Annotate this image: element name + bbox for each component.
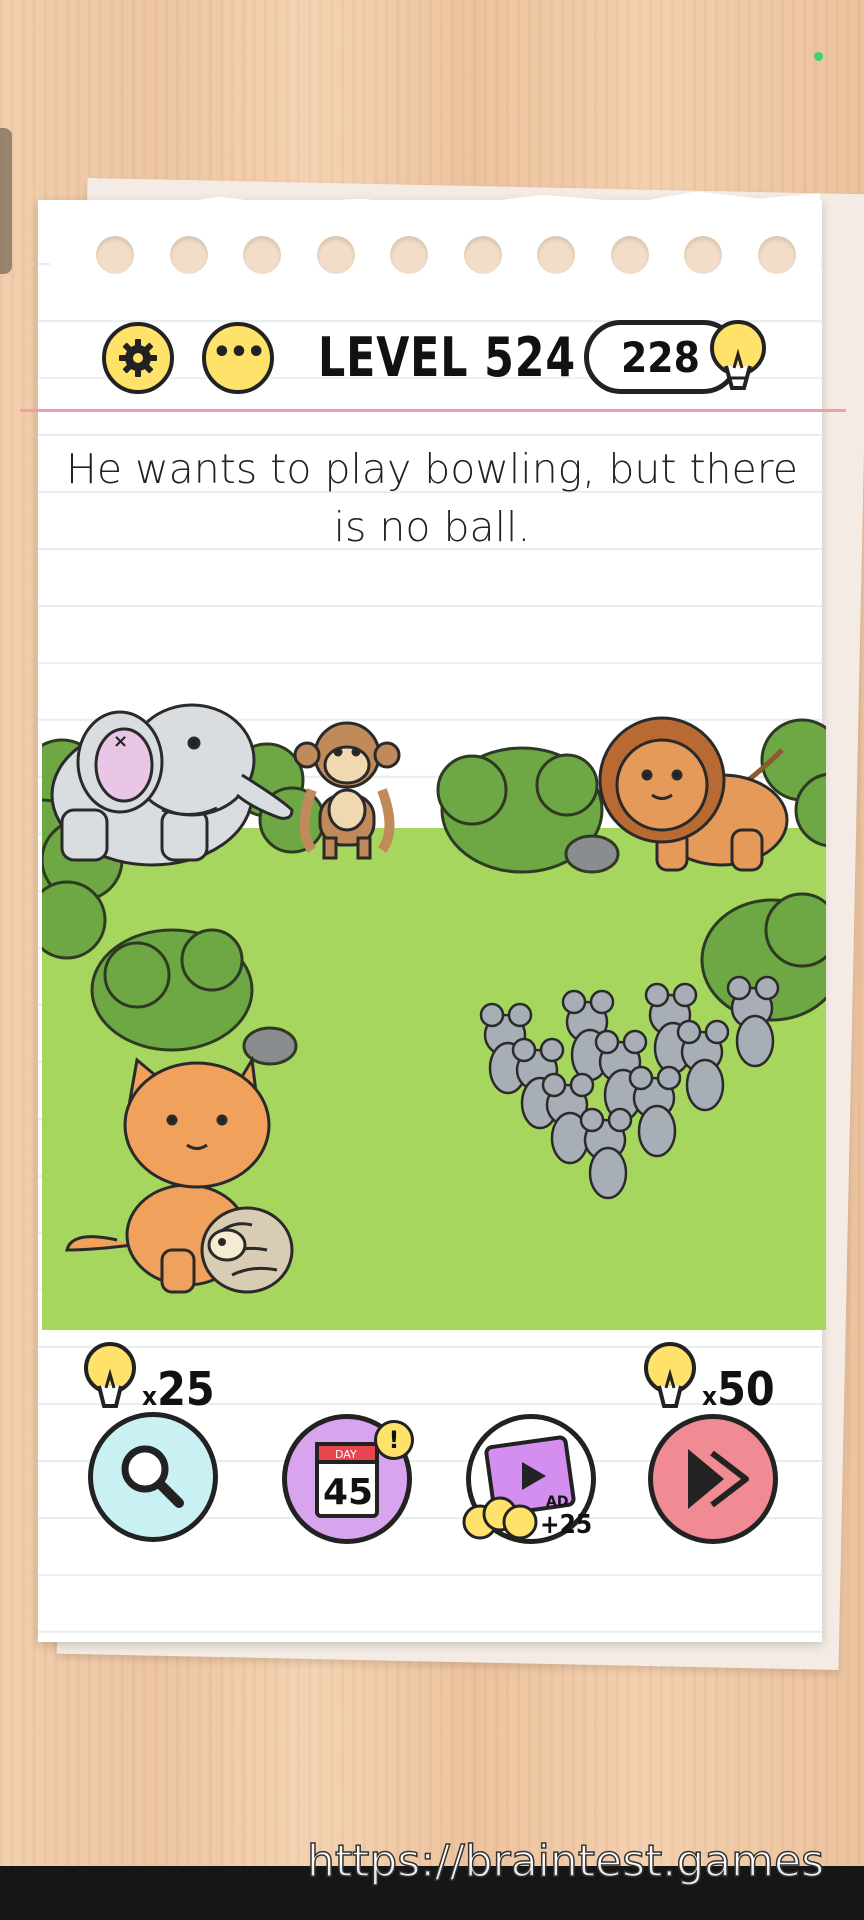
notification-badge: ! [374, 1420, 414, 1460]
watermark: https://braintest.games [306, 1835, 825, 1888]
margin-line [20, 409, 846, 412]
ad-label: AD [546, 1494, 568, 1510]
monkey [293, 721, 401, 860]
skip-cost: x50 [702, 1362, 775, 1416]
hint-balance-value: 228 [621, 332, 700, 382]
search-hint-button[interactable] [88, 1412, 218, 1542]
more-dots-icon: ••• [212, 335, 266, 370]
more-button[interactable]: ••• [202, 322, 274, 394]
lightbulbs-icon [462, 1496, 538, 1540]
hedgehog [200, 1206, 294, 1294]
search-cost: x25 [142, 1362, 215, 1416]
lightbulb-icon [644, 1342, 696, 1408]
puzzle-scene[interactable]: × [42, 690, 826, 1330]
skip-icon [688, 1449, 749, 1509]
ad-reward: +25 [540, 1510, 593, 1540]
rock-center [564, 834, 620, 874]
gear-icon [119, 339, 157, 377]
calendar-day-label: DAY [335, 1448, 357, 1461]
bush-mid-left [90, 928, 254, 1052]
lightbulb-icon [84, 1342, 136, 1408]
status-dot [814, 52, 823, 61]
settings-button[interactable] [102, 322, 174, 394]
side-handle[interactable] [0, 128, 12, 274]
skip-level-button[interactable] [648, 1414, 778, 1544]
calendar-day-number: 45 [323, 1472, 373, 1513]
calendar-icon: DAY 45 [315, 1442, 379, 1518]
binder-holes [96, 236, 796, 274]
lightbulb-icon [710, 320, 766, 390]
question-text: He wants to play bowling, but there is n… [66, 445, 798, 551]
search-icon [121, 1445, 184, 1508]
level-title: LEVEL 524 [318, 326, 577, 389]
elephant-x-mark: × [113, 731, 128, 752]
